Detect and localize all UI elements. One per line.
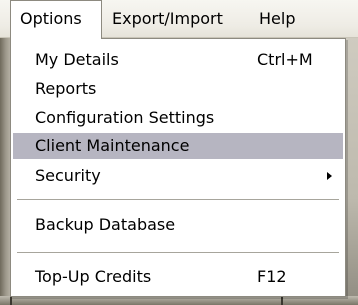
- menu-separator: [17, 252, 339, 253]
- menu-export-import[interactable]: Export/Import: [103, 0, 249, 38]
- menu-item-label: Client Maintenance: [35, 136, 190, 155]
- menu-item-backup-database[interactable]: Backup Database: [13, 212, 343, 238]
- menu-item-label: Backup Database: [35, 215, 176, 234]
- menu-item-label: Configuration Settings: [35, 108, 215, 127]
- menu-item-security[interactable]: Security: [13, 163, 343, 189]
- menu-bar: Options Export/Import Help: [0, 0, 358, 39]
- background-window-right: [345, 38, 358, 305]
- menu-item-label: Reports: [35, 79, 97, 98]
- app-window: Options Export/Import Help My Details Ct…: [0, 0, 358, 305]
- background-divider: [281, 296, 283, 305]
- menu-item-client-maintenance[interactable]: Client Maintenance: [13, 133, 343, 159]
- menu-item-reports[interactable]: Reports: [13, 76, 343, 102]
- submenu-arrow-icon: [327, 172, 332, 180]
- menu-item-shortcut: F12: [257, 267, 287, 286]
- menu-item-shortcut: Ctrl+M: [257, 50, 313, 69]
- menu-item-label: Top-Up Credits: [35, 267, 152, 286]
- menu-item-top-up-credits[interactable]: Top-Up Credits F12: [13, 264, 343, 290]
- menu-item-my-details[interactable]: My Details Ctrl+M: [13, 47, 343, 73]
- options-dropdown-menu: My Details Ctrl+M Reports Configuration …: [10, 38, 346, 297]
- menu-item-label: My Details: [35, 50, 119, 69]
- menu-item-label: Security: [35, 166, 101, 185]
- menu-options[interactable]: Options: [10, 0, 102, 39]
- background-divider: [10, 296, 12, 305]
- menu-item-configuration-settings[interactable]: Configuration Settings: [13, 105, 343, 131]
- background-window-bottom: [0, 296, 358, 305]
- menu-separator: [17, 199, 339, 200]
- menu-help[interactable]: Help: [250, 0, 306, 38]
